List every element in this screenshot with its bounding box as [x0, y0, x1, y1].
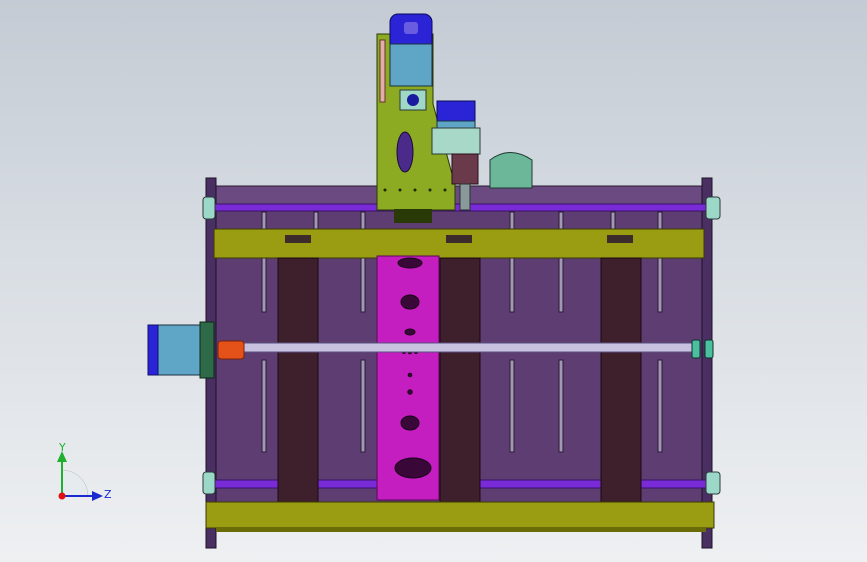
z-axis-label: Z [104, 488, 112, 501]
base-beam-lip [216, 528, 706, 532]
column-middle [439, 257, 481, 517]
coordinate-triad-icon: Y Z [57, 441, 112, 501]
x-motor [147, 321, 215, 379]
y-axis-label: Y [58, 441, 66, 454]
upper-rail [211, 203, 707, 212]
column-left [277, 257, 319, 517]
base-beam [205, 501, 715, 529]
column-right [600, 257, 642, 517]
z-motor [389, 13, 433, 87]
shaft-coupler [217, 340, 245, 360]
cad-viewport[interactable]: Y Z [0, 0, 867, 562]
lead-screw-shaft [239, 342, 696, 353]
cross-beam [213, 228, 705, 259]
cnc-machine-model[interactable] [0, 0, 867, 562]
